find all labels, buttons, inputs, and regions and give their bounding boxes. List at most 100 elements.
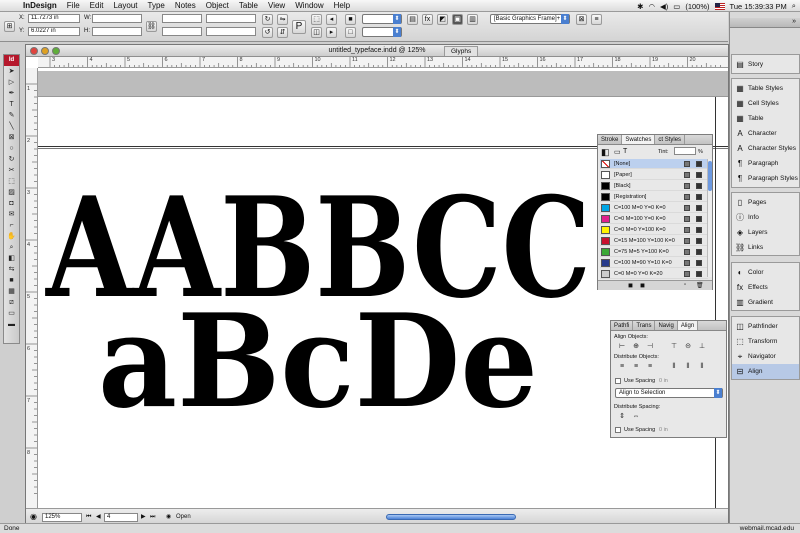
align-to-select[interactable]: Align to Selection <box>615 388 723 398</box>
note-tool-icon[interactable]: ✉ <box>4 209 19 220</box>
distribute-h-center-icon[interactable]: ⫴ <box>683 362 693 371</box>
swatch-row[interactable]: [Registration] <box>600 192 708 202</box>
show-all-swatches-icon[interactable]: ◼ <box>628 282 633 289</box>
spotlight-icon[interactable]: ⌕ <box>792 1 796 11</box>
flip-h-icon[interactable]: ⇋ <box>277 14 288 25</box>
shear-field[interactable] <box>206 27 256 36</box>
dock-paragraph-styles[interactable]: ¶ Paragraph Styles <box>732 171 799 186</box>
dock-character[interactable]: A Character <box>732 126 799 141</box>
tab-pathfinder[interactable]: Pathfi <box>611 321 634 330</box>
zoom-tool-icon[interactable]: ⌕ <box>4 242 19 253</box>
show-color-swatches-icon[interactable]: ◼ <box>640 282 645 289</box>
free-transform-tool-icon[interactable]: ⬚ <box>4 176 19 187</box>
dock-color[interactable]: ◐ Color <box>732 265 799 280</box>
dock-collapse-icon[interactable]: » <box>792 18 796 25</box>
align-right-edges-icon[interactable]: ⊣ <box>645 342 655 351</box>
swatch-row[interactable]: C=100 M=90 Y=10 K=0 <box>600 258 708 268</box>
swatch-row[interactable]: C=15 M=100 Y=100 K=0 <box>600 236 708 246</box>
select-previous-icon[interactable]: ◂ <box>326 14 337 25</box>
panel-menu-icon[interactable]: ≡ <box>591 14 602 25</box>
use-spacing-2-value[interactable]: 0 in <box>659 427 668 433</box>
distribute-right-icon[interactable]: ⫴ <box>697 362 707 371</box>
swatch-row[interactable]: C=100 M=0 Y=0 K=0 <box>600 203 708 213</box>
reference-point-icon[interactable]: ⊞ <box>4 21 15 32</box>
scale-x-field[interactable] <box>162 14 202 23</box>
distribute-top-icon[interactable]: ≡ <box>617 362 627 371</box>
swatches-scrollbar[interactable] <box>707 159 712 277</box>
distribute-left-icon[interactable]: ⫴ <box>669 362 679 371</box>
preview-view-icon[interactable]: ▬ <box>4 319 19 330</box>
menu-app[interactable]: InDesign <box>18 0 62 12</box>
tab-transform[interactable]: Trans <box>633 321 656 330</box>
delete-swatch-icon[interactable]: 🗑 <box>696 282 704 289</box>
menu-edit[interactable]: Edit <box>85 0 109 12</box>
view-mode-icon[interactable]: ◉ <box>30 512 37 521</box>
w-field[interactable] <box>92 14 142 23</box>
fill-stroke-icon[interactable]: ◧ <box>4 253 19 264</box>
fill-swatch-icon[interactable]: ■ <box>345 14 356 25</box>
tab-align[interactable]: Align <box>677 321 699 330</box>
zoom-field[interactable]: 125% <box>42 513 82 522</box>
distribute-v-center-icon[interactable]: ≡ <box>631 362 641 371</box>
text-wrap-icon[interactable]: ▤ <box>407 14 418 25</box>
dock-info[interactable]: ⓘ Info <box>732 210 799 225</box>
rotate-cw-icon[interactable]: ↻ <box>262 14 273 25</box>
x-field[interactable]: 11.7273 in <box>28 14 80 23</box>
rotate-field[interactable] <box>206 14 256 23</box>
page-field[interactable]: 4 <box>104 513 138 522</box>
swatches-scroll-thumb[interactable] <box>708 161 712 191</box>
rectangle-frame-tool-icon[interactable]: ⊠ <box>4 132 19 143</box>
object-style-select[interactable]: [Basic Graphics Frame]+ <box>490 14 570 24</box>
normal-view-icon[interactable]: ▭ <box>4 308 19 319</box>
select-content-icon[interactable]: ◫ <box>311 27 322 38</box>
select-container-icon[interactable]: ⬚ <box>311 14 322 25</box>
menu-layout[interactable]: Layout <box>108 0 142 12</box>
stroke-type-select[interactable] <box>362 27 402 37</box>
ellipse-tool-icon[interactable]: ○ <box>4 143 19 154</box>
menubar-clock[interactable]: Tue 15:39:33 PM <box>730 2 787 11</box>
flip-v-icon[interactable]: ⇵ <box>277 27 288 38</box>
preflight-icon[interactable]: ◉ <box>166 513 171 522</box>
apply-gradient-icon[interactable]: ▦ <box>4 286 19 297</box>
dock-cell-styles[interactable]: ▦ Cell Styles <box>732 96 799 111</box>
use-spacing-2-checkbox[interactable] <box>615 427 621 433</box>
dock-character-styles[interactable]: A Character Styles <box>732 141 799 156</box>
horizontal-ruler[interactable]: 3 4 5 6 7 8 9 10 11 12 13 14 15 16 17 18 19 20 <box>38 57 728 68</box>
dock-layers[interactable]: ◈ Layers <box>732 225 799 240</box>
swatch-row[interactable]: C=75 M=5 Y=100 K=0 <box>600 247 708 257</box>
select-next-icon[interactable]: ▸ <box>326 27 337 38</box>
tint-field[interactable] <box>674 147 696 155</box>
scissors-tool-icon[interactable]: ✂ <box>4 165 19 176</box>
align-left-edges-icon[interactable]: ⊢ <box>617 342 627 351</box>
dock-table-styles[interactable]: ▦ Table Styles <box>732 81 799 96</box>
menu-table[interactable]: Table <box>234 0 263 12</box>
dock-links[interactable]: ⛓ Links <box>732 240 799 255</box>
align-v-centers-icon[interactable]: ⊝ <box>683 342 693 351</box>
next-page-icon[interactable]: ▶ <box>141 513 146 522</box>
swatch-row[interactable]: [None] <box>600 159 708 169</box>
distribute-v-space-icon[interactable]: ⇕ <box>617 412 627 421</box>
rotate-tool-icon[interactable]: ↻ <box>4 154 19 165</box>
dock-gradient[interactable]: ▥ Gradient <box>732 295 799 310</box>
dock-story[interactable]: ▤ Story <box>732 57 799 72</box>
pencil-tool-icon[interactable]: ✎ <box>4 110 19 121</box>
tab-stroke[interactable]: Stroke <box>598 135 623 144</box>
menu-view[interactable]: View <box>263 0 290 12</box>
fill-stroke-proxy-icon[interactable]: ◧ <box>601 147 610 158</box>
effects-icon[interactable]: fx <box>422 14 433 25</box>
dock-align[interactable]: ⊟ Align <box>732 364 799 379</box>
swatch-row[interactable]: C=0 M=0 Y=0 K=20 <box>600 269 708 279</box>
last-page-icon[interactable]: ⏭ <box>150 513 155 522</box>
stroke-weight-select[interactable] <box>362 14 402 24</box>
stroke-swatch-icon[interactable]: □ <box>345 27 356 38</box>
dock-transform[interactable]: ⬚ Transform <box>732 334 799 349</box>
direct-selection-tool-icon[interactable]: ▷ <box>4 77 19 88</box>
swap-fill-stroke-icon[interactable]: ⇆ <box>4 264 19 275</box>
new-swatch-icon[interactable]: ▫ <box>684 282 686 288</box>
volume-icon[interactable]: ◀) <box>660 2 668 11</box>
battery-icon[interactable]: ▭ <box>673 2 680 11</box>
tab-object-styles[interactable]: ct Styles <box>655 135 686 144</box>
fit-content-icon[interactable]: ▥ <box>467 14 478 25</box>
vertical-ruler[interactable]: 1 2 3 4 5 6 7 8 <box>26 68 38 508</box>
align-h-centers-icon[interactable]: ⊕ <box>631 342 641 351</box>
